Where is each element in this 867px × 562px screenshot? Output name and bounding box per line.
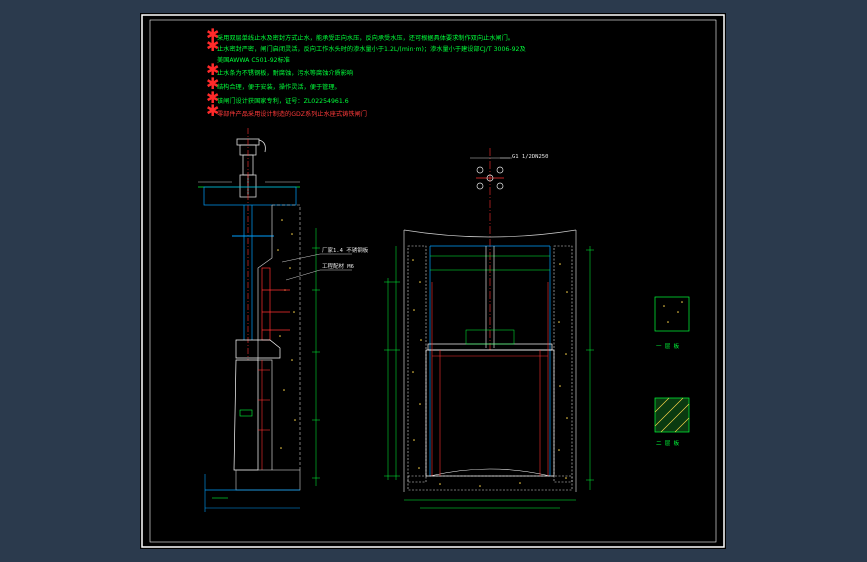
note-6: 零部件产品采用设计制造的GDZ系列止水座式铸铁闸门 — [217, 110, 367, 118]
note-2-cont: 美国AWWA C501-92标准 — [217, 56, 290, 64]
cad-viewport[interactable]: ✱ 采用双层单线止水及密封方式止水，能承受正向水压，反向承受水压，还可根据具体要… — [0, 0, 867, 562]
callout-cover-plate: 厂家1.4 不锈钢板 — [322, 246, 369, 254]
note-2: 止水密封严密，闸门启闭灵活，反向工作水头时的渗水量小于1.2L/(min·m)；… — [217, 45, 526, 53]
drawing-sheet — [140, 13, 726, 549]
cad-drawing: ✱ 采用双层单线止水及密封方式止水，能承受正向水压，反向承受水压，还可根据具体要… — [140, 13, 726, 549]
legend-item-2: 二 层 板 — [656, 439, 680, 447]
note-3: 止水条为不锈钢板，耐腐蚀，污水等腐蚀介质影响 — [217, 69, 353, 77]
callout-anchor: 工程配材 M6 — [322, 262, 354, 270]
callout-plan-top: G1 1/2DN250 — [512, 154, 548, 160]
note-4: 结构合理，便于安装，操作灵活，便于管理。 — [217, 83, 341, 91]
note-1: 采用双层单线止水及密封方式止水，能承受正向水压，反向承受水压，还可根据具体要求制… — [217, 34, 514, 42]
note-5: 该闸门设计获国家专利，证号：ZL02254961.6 — [217, 97, 349, 105]
legend-item-1: 一 层 板 — [656, 342, 680, 350]
